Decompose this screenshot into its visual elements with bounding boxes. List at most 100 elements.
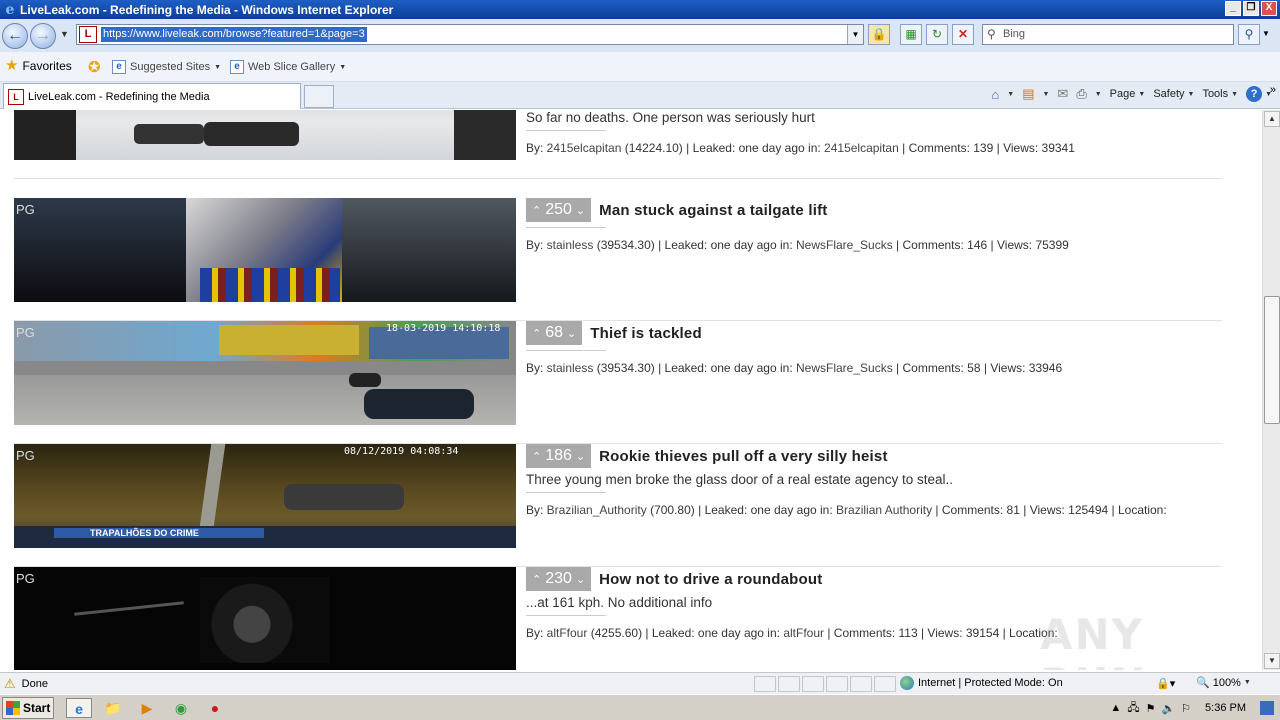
forward-button[interactable]: → [30,23,56,49]
vote-button[interactable]: ⌃ 230 ⌄ [526,567,592,591]
tab-label: LiveLeak.com - Redefining the Media [28,90,210,103]
vote-button[interactable]: ⌃ 250 ⌄ [526,198,592,222]
search-options-dropdown-icon[interactable]: ▼ [1262,29,1270,38]
help-menu[interactable]: ? ▼ [1246,86,1272,102]
window-controls: _ ❐ X [1225,1,1277,16]
video-thumbnail[interactable] [14,110,516,160]
video-thumbnail[interactable]: 18-03-2019 14:10:18 PG [14,321,516,425]
by-label: By: [526,503,547,517]
tools-menu[interactable]: Tools ▼ [1202,88,1238,100]
windows-logo-icon [6,701,20,715]
chevron-down-icon[interactable]: ▼ [1007,91,1014,98]
video-title[interactable]: Rookie thieves pull off a very silly hei… [599,448,888,465]
video-title[interactable]: How not to drive a roundabout [599,571,822,588]
video-thumbnail[interactable]: TRAPALHÕES DO CRIME 08/12/2019 04:08:34 … [14,444,516,548]
chevron-down-icon[interactable]: ▼ [1095,91,1102,98]
ie-page-icon: e [230,60,244,74]
suggested-sites-label: Suggested Sites [130,61,211,73]
compatibility-view-icon[interactable]: ▦ [900,24,922,45]
scroll-down-arrow-icon[interactable]: ▼ [1264,653,1280,669]
scrollbar-thumb[interactable] [1264,296,1280,424]
start-button[interactable]: Start [2,697,54,719]
tray-flag-icon[interactable]: ⚑ [1146,702,1156,715]
stats-text: | Comments: 113 | Views: 39154 | Locatio… [827,626,1058,640]
search-button[interactable]: ⚲ [1238,24,1260,45]
vertical-scrollbar[interactable]: ▲ ▼ [1262,110,1280,670]
tray-volume-icon[interactable]: 🔈 [1161,702,1175,715]
vote-button[interactable]: ⌃ 68 ⌄ [526,321,583,345]
user-link[interactable]: stainless [547,238,594,252]
video-title[interactable]: Thief is tackled [590,325,702,342]
vote-count: 186 [545,447,572,464]
status-bar: ⚠ Done Internet | Protected Mode: On 🔒▾ … [0,672,1280,694]
tray-action-center-icon[interactable]: ⚐ [1181,702,1191,715]
status-cell [850,676,872,692]
minimize-button[interactable]: _ [1225,1,1241,16]
channel-link[interactable]: NewsFlare_Sucks [796,361,893,375]
stop-button[interactable]: ✕ [952,24,974,45]
address-field[interactable]: L https://www.liveleak.com/browse?featur… [76,24,864,45]
security-zone[interactable]: Internet | Protected Mode: On [900,676,1063,690]
security-lock-icon[interactable]: 🔒 [868,24,890,45]
address-url[interactable]: https://www.liveleak.com/browse?featured… [101,27,367,42]
scroll-up-arrow-icon[interactable]: ▲ [1264,111,1280,127]
channel-link[interactable]: Brazilian Authority [836,503,932,517]
user-link[interactable]: 2415elcapitan [547,141,622,155]
tab-liveleak[interactable]: L LiveLeak.com - Redefining the Media [3,83,301,109]
video-meta: By: stainless (39534.30) | Leaked: one d… [526,236,1216,255]
video-title[interactable]: Man stuck against a tailgate lift [599,202,827,219]
user-link[interactable]: Brazilian_Authority [547,503,647,517]
safety-menu[interactable]: Safety ▼ [1153,88,1194,100]
user-link[interactable]: altFfour [547,626,588,640]
more-commands-icon[interactable]: » [1270,84,1276,96]
new-tab-button[interactable] [304,85,334,108]
print-icon[interactable]: ⎙ [1076,86,1086,102]
favorites-button[interactable]: ★ Favorites [5,58,72,73]
tray-network-icon[interactable]: 🖧 [1127,699,1139,718]
by-label: By: [526,626,547,640]
search-field[interactable]: ⚲ Bing [982,24,1234,45]
clock[interactable]: 5:36 PM [1205,702,1246,714]
close-button[interactable]: X [1261,1,1277,16]
vote-button[interactable]: ⌃ 186 ⌄ [526,444,592,468]
address-dropdown-icon[interactable]: ▼ [847,25,863,44]
page-content: So far no deaths. One person was serious… [0,110,1262,670]
back-button[interactable]: ← [2,23,28,49]
protected-mode-lock-icon[interactable]: 🔒▾ [1156,677,1175,690]
user-link[interactable]: stainless [547,361,594,375]
page-menu-label: Page [1109,88,1136,100]
history-dropdown-icon[interactable]: ▼ [60,29,69,39]
show-desktop-icon[interactable] [1260,701,1274,715]
zoom-control[interactable]: 🔍 100% ▼ [1196,676,1251,690]
taskbar-ie-icon[interactable]: e [66,698,92,718]
taskbar-opera-icon[interactable]: ● [202,698,228,718]
refresh-button[interactable]: ↻ [926,24,948,45]
page-menu[interactable]: Page ▼ [1110,88,1146,100]
list-item: So far no deaths. One person was serious… [14,110,1222,179]
chevron-up-icon: ⌃ [532,450,542,463]
rss-feeds-icon[interactable]: ▤ [1022,86,1034,102]
web-slice-gallery-link[interactable]: e Web Slice Gallery ▼ [230,60,346,74]
restore-button[interactable]: ❐ [1243,1,1259,16]
bing-search-icon: ⚲ [987,27,996,41]
home-icon[interactable]: ⌂ [991,87,999,102]
video-thumbnail[interactable]: PG [14,198,516,302]
status-cell [778,676,800,692]
chevron-down-icon[interactable]: ▼ [1042,91,1049,98]
chevron-down-icon: ⌄ [575,450,586,463]
read-mail-icon[interactable]: ✉ [1057,86,1068,102]
suggested-sites-link[interactable]: e Suggested Sites ▼ [112,60,221,74]
stats-text: | Comments: 139 | Views: 39341 [902,141,1075,155]
add-to-favorites-icon[interactable]: ✪ [88,58,101,76]
rating-badge: PG [16,448,35,463]
cctv-timestamp: 08/12/2019 04:08:34 [344,446,459,457]
chevron-down-icon: ⌄ [575,573,586,586]
video-thumbnail[interactable]: PG [14,567,516,670]
tray-expand-icon[interactable]: ▲ [1110,702,1121,714]
taskbar-explorer-icon[interactable]: 📁 [100,698,126,718]
channel-link[interactable]: NewsFlare_Sucks [796,238,893,252]
channel-link[interactable]: 2415elcapitan [824,141,899,155]
taskbar-media-player-icon[interactable]: ▶ [134,698,160,718]
channel-link[interactable]: altFfour [783,626,824,640]
taskbar-chrome-icon[interactable]: ◉ [168,698,194,718]
